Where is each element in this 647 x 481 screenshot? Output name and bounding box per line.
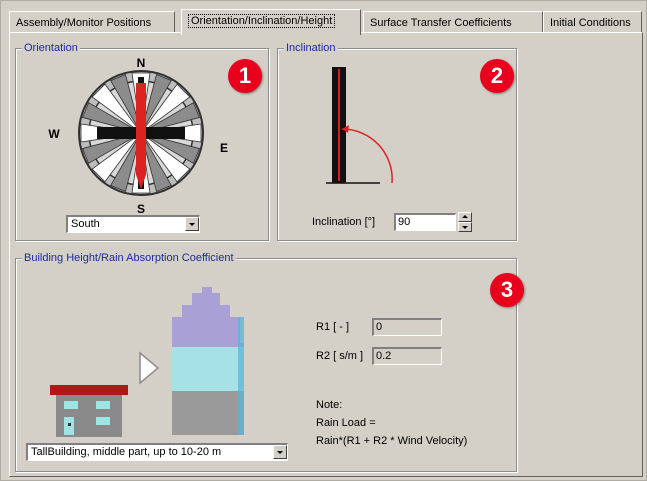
tab-label: Surface Transfer Coefficients	[370, 17, 512, 29]
marker-2-badge: 2	[480, 59, 514, 93]
arrow-right-icon	[139, 351, 160, 385]
compass-e-label: E	[220, 141, 228, 155]
chevron-down-icon[interactable]	[273, 445, 287, 459]
r1-field[interactable]: 0	[372, 318, 442, 336]
r2-field[interactable]: 0.2	[372, 347, 442, 365]
tab-label: Assembly/Monitor Positions	[16, 17, 152, 29]
spin-up-icon[interactable]	[458, 212, 472, 222]
inclination-group: Inclination 2 Inclination [°] 90	[277, 41, 517, 241]
building-height-group-title: Building Height/Rain Absorption Coeffici…	[22, 251, 236, 265]
orientation-group-title: Orientation	[22, 41, 80, 55]
dialog-frame: Assembly/Monitor Positions Orientation/I…	[0, 0, 647, 481]
tab-strip: Assembly/Monitor Positions Orientation/I…	[9, 7, 644, 35]
compass-rose-icon[interactable]: N S W E	[46, 55, 236, 217]
inclination-spinner[interactable]	[458, 212, 472, 232]
building-height-select-value: TallBuilding, middle part, up to 10-20 m	[31, 446, 222, 458]
tab-initial-conditions[interactable]: Initial Conditions	[543, 11, 642, 33]
chevron-down-icon[interactable]	[185, 217, 199, 231]
building-height-group: Building Height/Rain Absorption Coeffici…	[15, 251, 524, 472]
inclination-label: Inclination [°]	[312, 216, 376, 228]
small-house-icon	[50, 385, 128, 437]
inclination-diagram-icon	[326, 67, 393, 184]
r2-label: R2 [ s/m ]	[316, 350, 364, 362]
orientation-group: Orientation N S W E 1 South	[15, 41, 269, 241]
inclination-group-title: Inclination	[284, 41, 338, 55]
tab-assembly-monitor-positions[interactable]: Assembly/Monitor Positions	[9, 11, 175, 33]
tab-label: Initial Conditions	[550, 17, 631, 29]
spin-down-icon[interactable]	[458, 222, 472, 232]
note-line: Rain*(R1 + R2 * Wind Velocity)	[316, 435, 468, 447]
note-heading: Note:	[316, 399, 343, 411]
tab-surface-transfer-coefficients[interactable]: Surface Transfer Coefficients	[363, 11, 543, 33]
r1-label: R1 [ - ]	[316, 321, 350, 333]
tall-building-icon	[172, 287, 244, 435]
tab-orientation-inclination-height[interactable]: Orientation/Inclination/Height	[181, 9, 361, 35]
building-height-select[interactable]: TallBuilding, middle part, up to 10-20 m	[26, 443, 288, 461]
marker-1-badge: 1	[228, 59, 262, 93]
compass-w-label: W	[48, 127, 60, 141]
inclination-input[interactable]: 90	[394, 213, 456, 231]
orientation-select-value: South	[71, 218, 100, 230]
compass-s-label: S	[137, 202, 145, 216]
orientation-select[interactable]: South	[66, 215, 200, 233]
note-line: Rain Load =	[316, 417, 376, 429]
compass-n-label: N	[137, 56, 146, 70]
tab-label: Orientation/Inclination/Height	[188, 14, 336, 28]
marker-3-badge: 3	[490, 273, 524, 307]
